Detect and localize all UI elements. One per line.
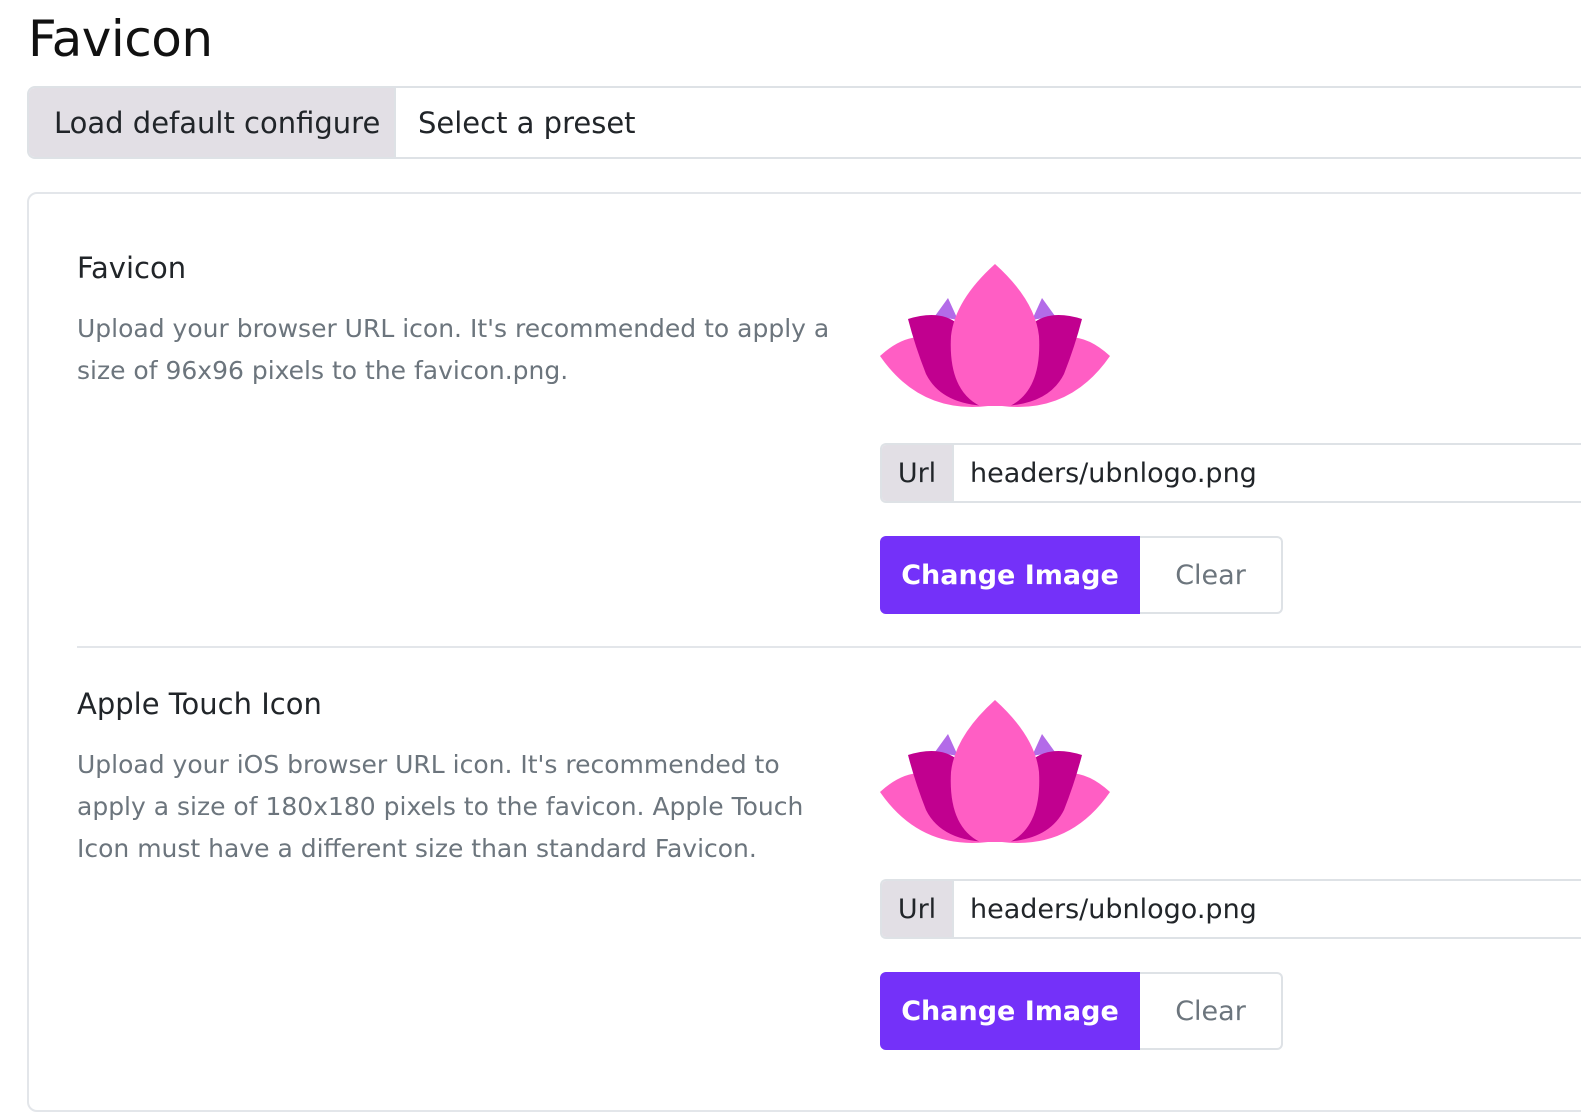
page-title: Favicon [28, 10, 213, 68]
clear-button[interactable]: Clear [1140, 972, 1283, 1050]
clear-button[interactable]: Clear [1140, 536, 1283, 614]
lotus-icon [880, 700, 1110, 843]
load-default-configure-button[interactable]: Load default configure [29, 88, 396, 157]
preset-select[interactable]: Select a preset [396, 88, 1581, 157]
favicon-preview-image [880, 264, 1110, 407]
section-title: Favicon [77, 251, 187, 285]
url-addon-label: Url [882, 881, 954, 937]
apple-touch-icon-preview-image [880, 700, 1110, 843]
apple-touch-icon-url-input[interactable] [954, 881, 1581, 937]
change-image-button[interactable]: Change Image [880, 536, 1140, 614]
section-divider [77, 646, 1581, 648]
url-addon-label: Url [882, 445, 954, 501]
favicon-url-group: Url [880, 443, 1581, 503]
section-description: Upload your iOS browser URL icon. It's r… [77, 750, 804, 863]
section-title: Apple Touch Icon [77, 687, 322, 721]
section-description: Upload your browser URL icon. It's recom… [77, 314, 830, 385]
apple-touch-icon-button-group: Change Image Clear [880, 972, 1283, 1050]
favicon-settings-card: Favicon Upload your browser URL icon. It… [27, 192, 1581, 1112]
preset-input-group: Load default configure Select a preset [27, 86, 1581, 159]
favicon-button-group: Change Image Clear [880, 536, 1283, 614]
apple-touch-icon-url-group: Url [880, 879, 1581, 939]
favicon-url-input[interactable] [954, 445, 1581, 501]
change-image-button[interactable]: Change Image [880, 972, 1140, 1050]
lotus-icon [880, 264, 1110, 407]
